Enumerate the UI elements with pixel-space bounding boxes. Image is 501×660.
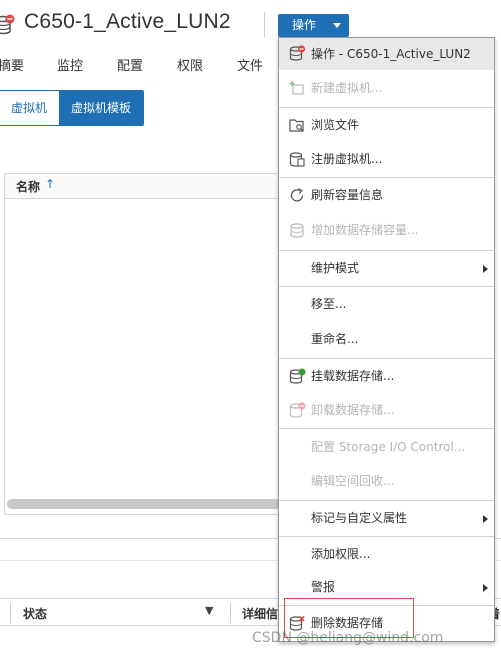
toggle-vms[interactable]: 虚拟机 (0, 91, 60, 125)
menu-item-rename[interactable]: 重命名... (279, 322, 494, 356)
datastore-error-icon (289, 45, 306, 61)
actions-button[interactable]: 操作 (278, 14, 349, 37)
menu-item-label: 移至... (311, 297, 347, 311)
menu-item-storage-io-control[interactable]: 配置 Storage I/O Control... (279, 430, 494, 464)
tab-permissions[interactable]: 权限 (177, 55, 203, 74)
browse-files-icon (289, 119, 304, 132)
tab-monitor[interactable]: 监控 (57, 55, 83, 74)
sort-ascending-icon[interactable]: ↑ (45, 177, 55, 191)
new-vm-icon (289, 81, 304, 95)
column-divider (10, 603, 11, 623)
menu-item-add-permission[interactable]: 添加权限... (279, 537, 494, 571)
column-status[interactable]: 状态 (23, 605, 47, 622)
menu-item-space-reclamation[interactable]: 编辑空间回收... (279, 464, 494, 498)
column-name[interactable]: 名称 (16, 178, 40, 195)
menu-item-label: 刷新容量信息 (311, 188, 384, 202)
menu-item-new-vm[interactable]: 新建虚拟机... (279, 71, 494, 105)
menu-header: 操作 - C650-1_Active_LUN2 (279, 38, 494, 70)
page-title: C650-1_Active_LUN2 (24, 10, 231, 33)
menu-item-label: 卸载数据存储... (311, 403, 395, 417)
menu-item-unmount-datastore[interactable]: 卸载数据存储... (279, 393, 494, 427)
menu-header-label: 操作 - C650-1_Active_LUN2 (311, 47, 471, 61)
refresh-icon (290, 187, 304, 202)
actions-menu: 操作 - C650-1_Active_LUN2 新建虚拟机... 浏览文件 注册… (278, 37, 495, 642)
chevron-right-icon (483, 515, 488, 523)
menu-item-label: 增加数据存储容量... (311, 223, 419, 237)
menu-item-label: 添加权限... (311, 547, 371, 561)
mount-datastore-icon (289, 368, 306, 384)
datastore-icon (290, 223, 304, 238)
filter-icon[interactable]: ▼ (205, 604, 213, 617)
menu-item-browse-files[interactable]: 浏览文件 (279, 108, 494, 142)
header-divider (264, 12, 265, 38)
vm-template-grid: 名称 ↑ (4, 173, 304, 515)
chevron-right-icon (483, 584, 488, 592)
menu-item-increase-capacity[interactable]: 增加数据存储容量... (279, 213, 494, 247)
menu-item-maintenance-mode[interactable]: 维护模式 (279, 251, 494, 285)
menu-item-label: 配置 Storage I/O Control... (311, 440, 466, 454)
unmount-datastore-icon (289, 402, 306, 418)
grid-header: 名称 ↑ (5, 174, 303, 199)
chevron-right-icon (483, 265, 488, 273)
column-divider (230, 603, 231, 623)
menu-item-label: 警报 (311, 580, 336, 594)
menu-item-refresh-capacity[interactable]: 刷新容量信息 (279, 178, 494, 212)
menu-item-mount-datastore[interactable]: 挂载数据存储... (279, 359, 494, 393)
menu-item-label: 编辑空间回收... (311, 474, 395, 488)
datastore-error-icon (0, 14, 15, 35)
horizontal-scrollbar[interactable] (7, 499, 301, 509)
tab-configure[interactable]: 配置 (117, 55, 143, 74)
menu-item-label: 重命名... (311, 332, 359, 346)
view-toggle: 虚拟机 虚拟机模板 (0, 90, 145, 126)
menu-item-label: 维护模式 (311, 261, 360, 275)
chevron-down-icon (333, 23, 341, 28)
menu-item-tags-attributes[interactable]: 标记与自定义属性 (279, 501, 494, 535)
menu-item-label: 浏览文件 (311, 118, 360, 132)
tab-files[interactable]: 文件 (237, 55, 263, 74)
toggle-vm-templates[interactable]: 虚拟机模板 (59, 91, 144, 125)
tab-summary[interactable]: 摘要 (0, 55, 24, 74)
actions-button-label: 操作 (292, 18, 317, 32)
menu-item-label: 标记与自定义属性 (311, 511, 408, 525)
menu-item-register-vm[interactable]: 注册虚拟机... (279, 142, 494, 176)
register-vm-icon (289, 152, 305, 167)
menu-item-label: 新建虚拟机... (311, 81, 383, 95)
menu-divider (279, 428, 494, 429)
menu-item-label: 挂载数据存储... (311, 369, 395, 383)
watermark: CSDN @heliang@wind.com (252, 630, 444, 646)
menu-item-label: 注册虚拟机... (311, 152, 383, 166)
column-details[interactable]: 详细信 (242, 605, 278, 622)
menu-item-move-to[interactable]: 移至... (279, 287, 494, 321)
